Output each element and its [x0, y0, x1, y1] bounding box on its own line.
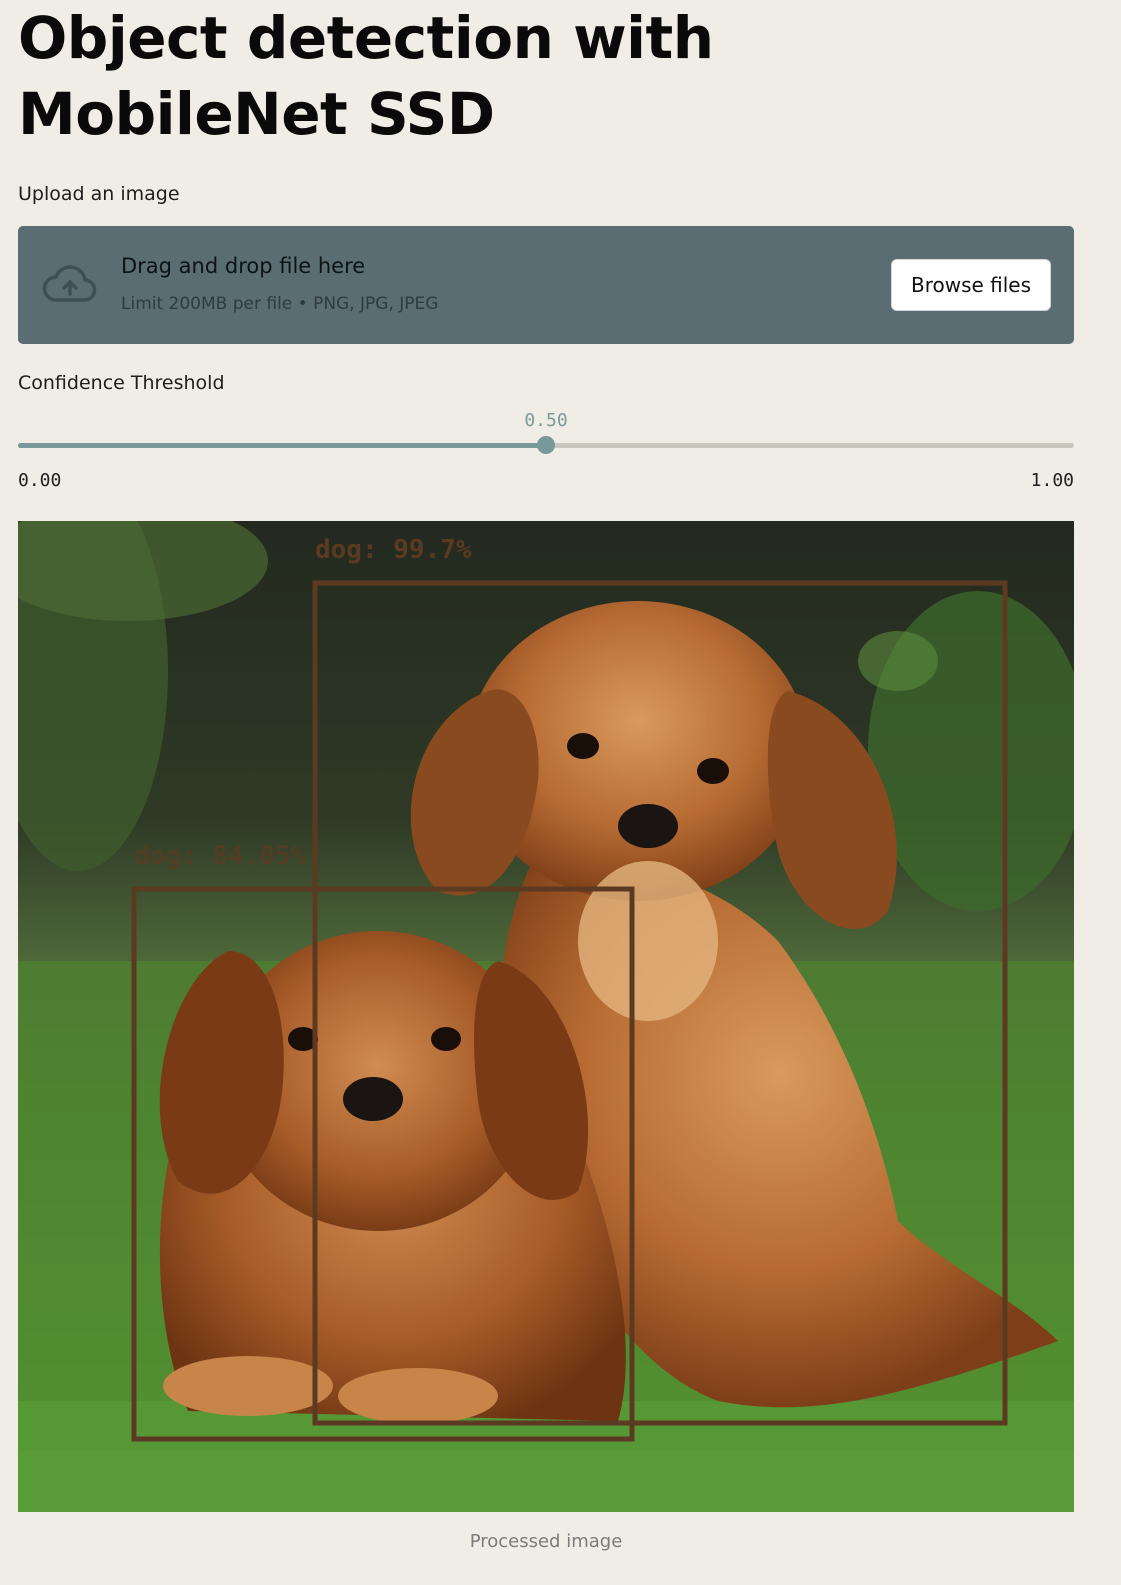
file-dropzone[interactable]: Drag and drop file here Limit 200MB per …	[18, 226, 1074, 344]
upload-label: Upload an image	[18, 183, 180, 205]
slider-min-value: 0.00	[18, 470, 62, 491]
slider-thumb[interactable]	[537, 436, 555, 454]
processed-image-canvas: dog: 99.7% dog: 84.05%	[18, 521, 1074, 1512]
slider-max-value: 1.00	[1030, 470, 1074, 491]
page-title: Object detection with MobileNet SSD	[18, 4, 714, 148]
confidence-threshold-slider[interactable]	[18, 436, 1074, 454]
slider-filled-track	[18, 443, 546, 448]
image-caption: Processed image	[469, 1531, 623, 1552]
processed-image: dog: 99.7% dog: 84.05%	[18, 521, 1074, 1512]
browse-files-button[interactable]: Browse files	[891, 259, 1051, 311]
cloud-upload-icon	[42, 265, 97, 302]
detection-label-dog-2: dog: 84.05%	[134, 841, 307, 871]
detection-label-dog-1: dog: 99.7%	[315, 535, 472, 565]
slider-current-value: 0.50	[524, 410, 568, 431]
dropzone-title: Drag and drop file here	[121, 254, 366, 278]
confidence-threshold-label: Confidence Threshold	[18, 372, 225, 394]
dropzone-limit-text: Limit 200MB per file • PNG, JPG, JPEG	[121, 294, 439, 314]
